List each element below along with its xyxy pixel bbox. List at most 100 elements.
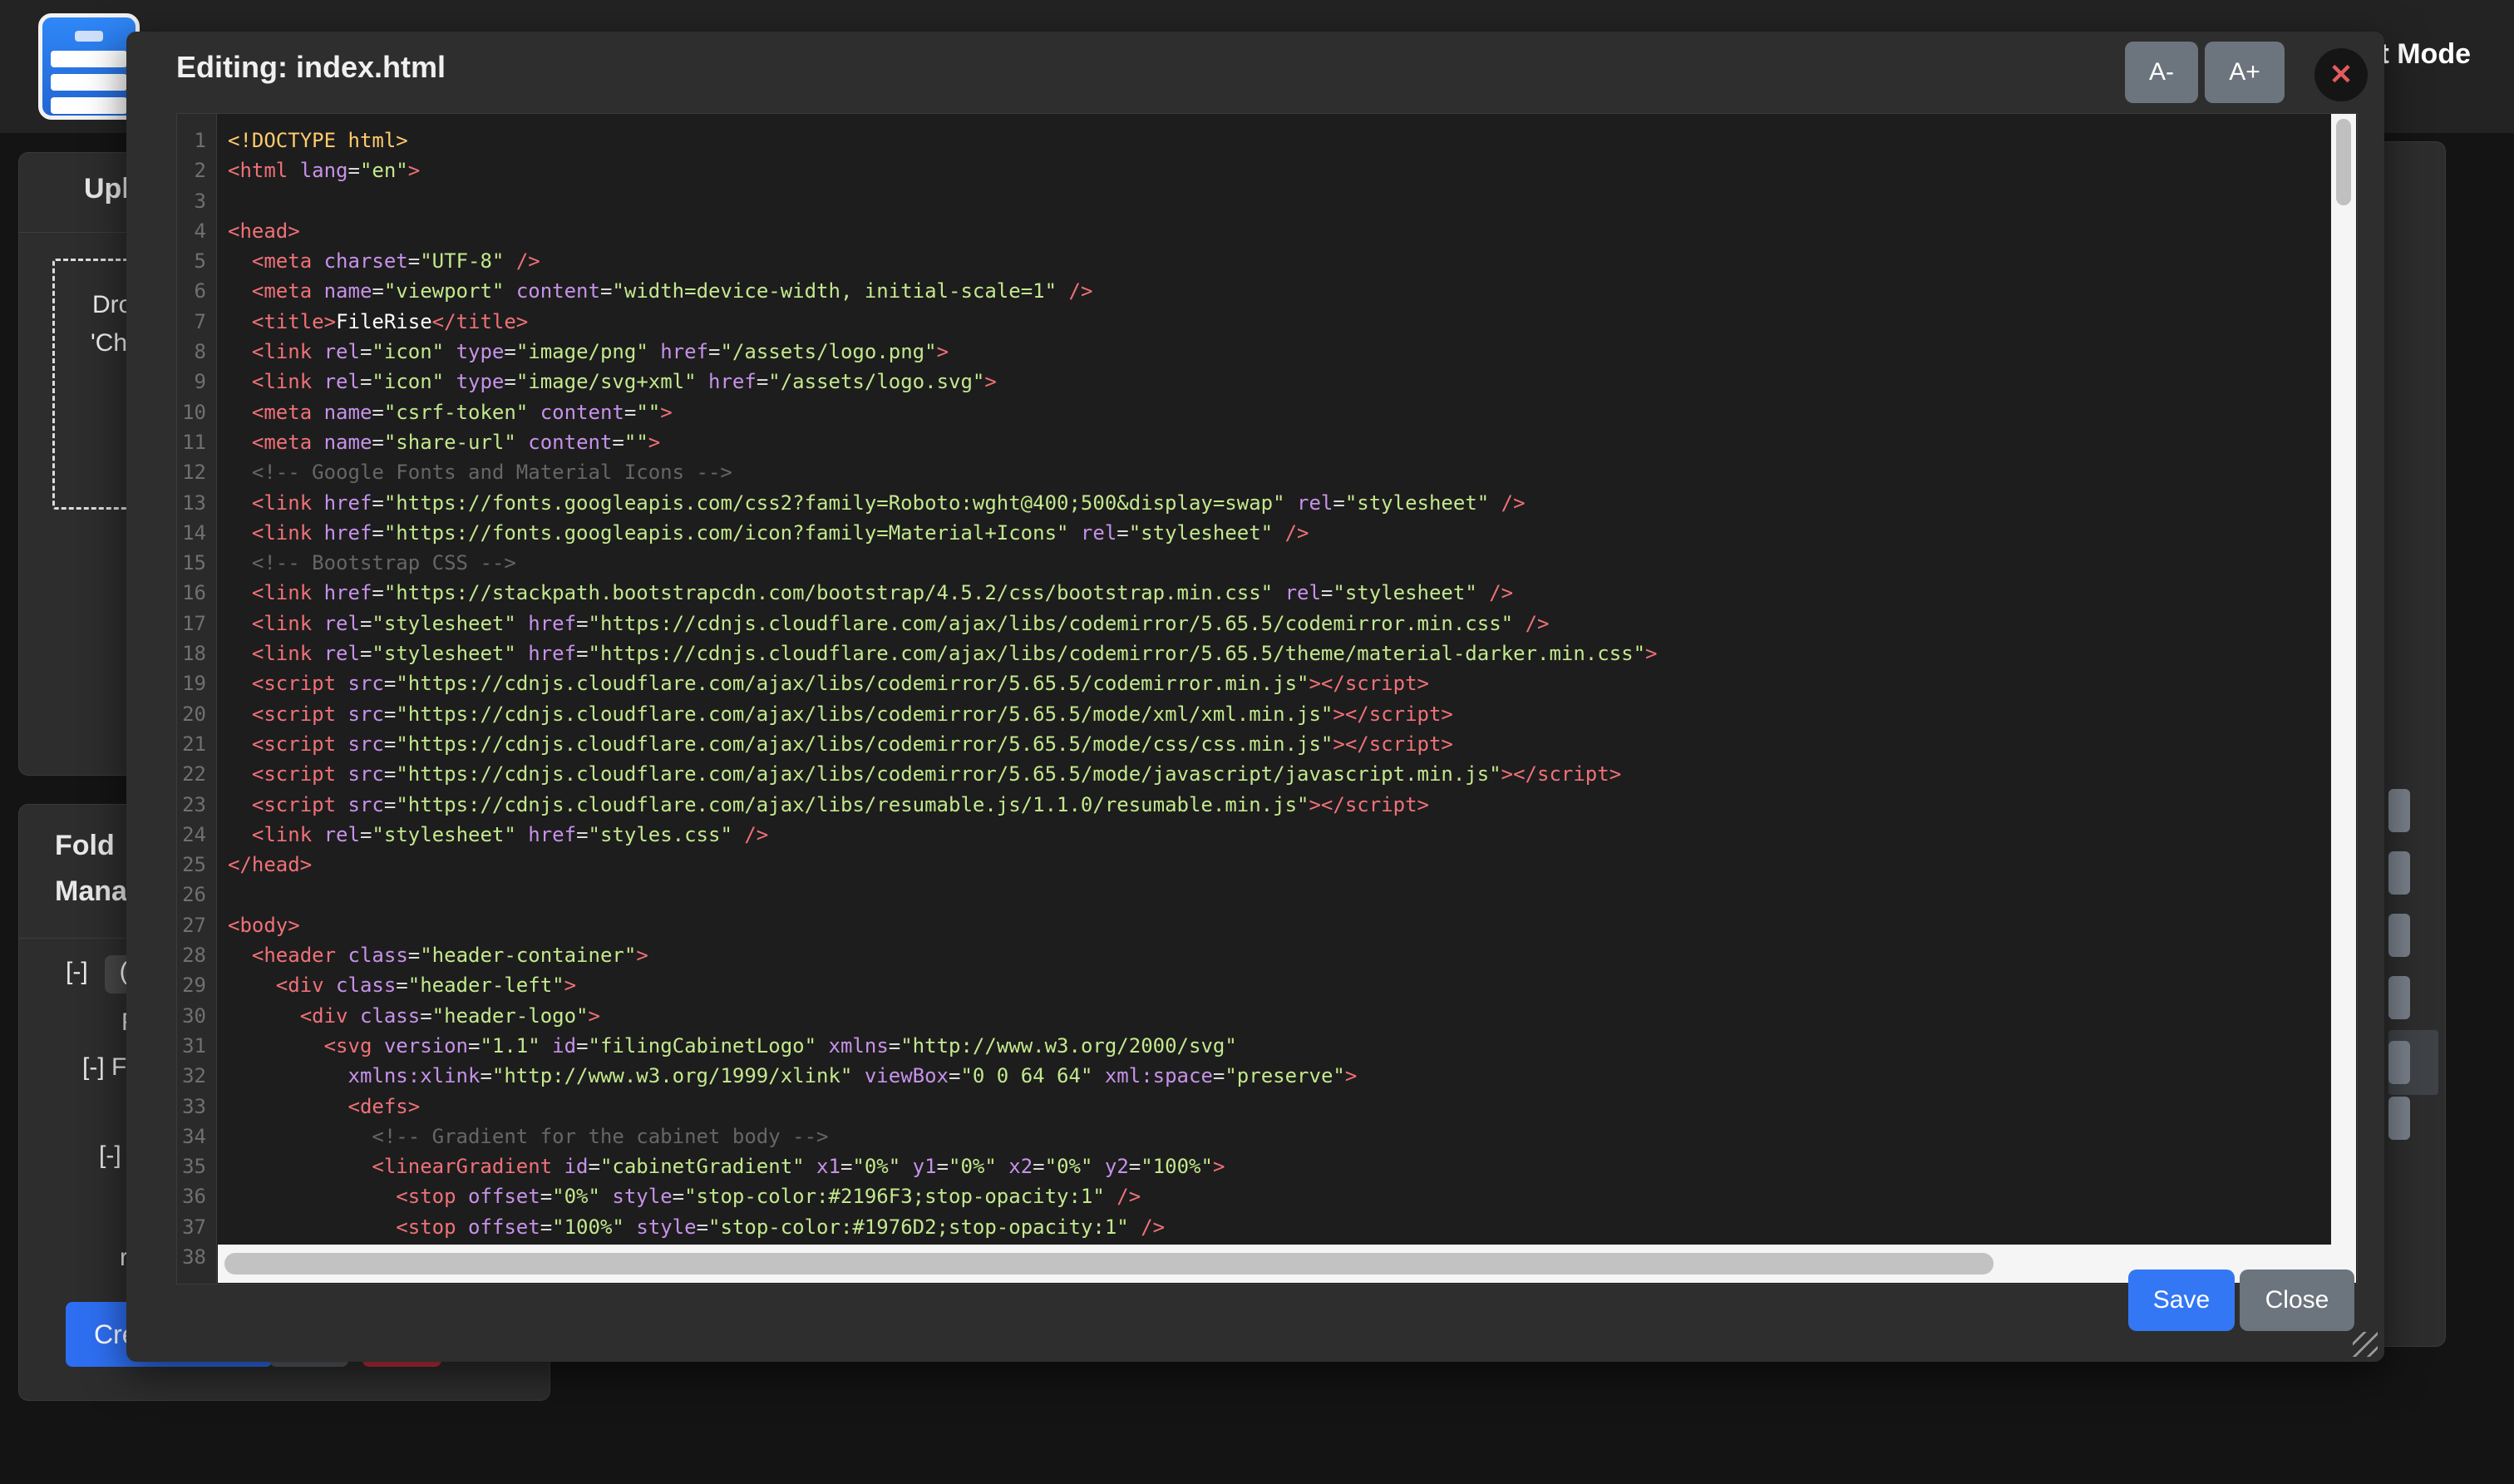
code-line[interactable]: <script src="https://cdnjs.cloudflare.co… <box>218 759 2330 789</box>
code-line[interactable]: <svg version="1.1" id="filingCabinetLogo… <box>218 1031 2330 1061</box>
code-line[interactable]: <linearGradient id="cabinetGradient" x1=… <box>218 1151 2330 1181</box>
line-number: 3 <box>177 186 216 216</box>
code-line[interactable]: <defs> <box>218 1092 2330 1122</box>
close-button[interactable]: Close <box>2240 1270 2354 1331</box>
font-size-decrease-button[interactable]: A- <box>2125 42 2198 103</box>
code-line[interactable]: <!-- Google Fonts and Material Icons --> <box>218 457 2330 487</box>
code-line[interactable]: <script src="https://cdnjs.cloudflare.co… <box>218 729 2330 759</box>
code-line[interactable]: <meta name="share-url" content=""> <box>218 427 2330 457</box>
line-number-gutter: 1234567891011121314151617181920212223242… <box>177 114 217 1284</box>
code-line[interactable]: <link href="https://fonts.googleapis.com… <box>218 488 2330 518</box>
line-number: 11 <box>177 427 216 457</box>
cabinet-drawer-icon <box>51 51 127 67</box>
theme-mode-toggle[interactable]: t Mode <box>2379 38 2471 71</box>
line-number: 38 <box>177 1242 216 1272</box>
code-line[interactable] <box>218 880 2330 910</box>
code-line[interactable]: xmlns:xlink="http://www.w3.org/1999/xlin… <box>218 1061 2330 1091</box>
dropzone-text-line2: 'Ch <box>91 329 127 357</box>
code-line[interactable]: <div class="header-logo"> <box>218 1001 2330 1031</box>
font-size-increase-button[interactable]: A+ <box>2205 42 2285 103</box>
action-button[interactable] <box>2388 976 2410 1019</box>
cabinet-drawer-icon <box>51 74 127 91</box>
vertical-scrollbar[interactable] <box>2331 114 2356 1245</box>
line-number: 25 <box>177 850 216 880</box>
code-line[interactable]: <stop offset="0%" style="stop-color:#219… <box>218 1181 2330 1211</box>
line-number: 15 <box>177 548 216 578</box>
action-button[interactable] <box>2388 851 2410 895</box>
code-lines[interactable]: <!DOCTYPE html><html lang="en"> <head> <m… <box>218 126 2330 1272</box>
code-editor[interactable]: 1234567891011121314151617181920212223242… <box>176 113 2358 1284</box>
save-button[interactable]: Save <box>2128 1270 2235 1331</box>
code-line[interactable]: <script src="https://cdnjs.cloudflare.co… <box>218 699 2330 729</box>
action-button[interactable] <box>2388 1041 2410 1084</box>
code-line[interactable]: <link rel="stylesheet" href="styles.css"… <box>218 820 2330 850</box>
code-line[interactable]: <link rel="icon" type="image/png" href="… <box>218 337 2330 367</box>
line-number: 22 <box>177 759 216 789</box>
line-number: 26 <box>177 880 216 910</box>
tree-collapse-toggle[interactable]: [-] <box>66 958 88 985</box>
code-line[interactable]: <!-- Bootstrap CSS --> <box>218 548 2330 578</box>
action-button-highlight <box>2388 1030 2438 1095</box>
line-number: 35 <box>177 1151 216 1181</box>
line-number: 6 <box>177 276 216 306</box>
editor-modal-title: Editing: index.html <box>176 50 446 85</box>
line-number: 20 <box>177 699 216 729</box>
close-icon[interactable]: ✕ <box>2314 48 2368 101</box>
code-line[interactable]: <div class="header-left"> <box>218 970 2330 1000</box>
code-line[interactable]: </head> <box>218 850 2330 880</box>
line-number: 32 <box>177 1061 216 1091</box>
code-line[interactable]: <stop offset="100%" style="stop-color:#1… <box>218 1212 2330 1242</box>
action-button[interactable] <box>2388 789 2410 832</box>
code-line[interactable]: <!DOCTYPE html> <box>218 126 2330 155</box>
code-line[interactable]: <script src="https://cdnjs.cloudflare.co… <box>218 668 2330 698</box>
line-number: 10 <box>177 397 216 427</box>
line-number: 7 <box>177 307 216 337</box>
folder-card-title-line2: Mana <box>55 875 127 908</box>
line-number: 17 <box>177 609 216 638</box>
line-number: 29 <box>177 970 216 1000</box>
line-number: 16 <box>177 578 216 608</box>
code-line[interactable]: <meta name="viewport" content="width=dev… <box>218 276 2330 306</box>
code-line[interactable]: <script src="https://cdnjs.cloudflare.co… <box>218 790 2330 820</box>
filerise-app: t Mode Uplo Dro 'Ch Fold Mana [-]( F [-]… <box>0 0 2514 1484</box>
line-number: 8 <box>177 337 216 367</box>
folder-tree-item[interactable]: [-] F <box>82 1053 126 1082</box>
code-line[interactable]: <!-- Gradient for the cabinet body --> <box>218 1122 2330 1151</box>
code-line[interactable]: <html lang="en"> <box>218 155 2330 185</box>
code-line[interactable]: <link rel="stylesheet" href="https://cdn… <box>218 609 2330 638</box>
folder-card-title-line1: Fold <box>55 830 115 862</box>
code-line[interactable]: <meta charset="UTF-8" /> <box>218 246 2330 276</box>
action-button[interactable] <box>2388 914 2410 957</box>
code-line[interactable]: <link rel="stylesheet" href="https://cdn… <box>218 638 2330 668</box>
code-line[interactable]: <body> <box>218 910 2330 940</box>
editor-modal: Editing: index.html A- A+ ✕ 123456789101… <box>126 32 2384 1362</box>
line-number: 23 <box>177 790 216 820</box>
action-button[interactable] <box>2388 1097 2410 1140</box>
code-line[interactable] <box>218 186 2330 216</box>
horizontal-scrollbar-thumb[interactable] <box>224 1253 1994 1274</box>
line-number: 33 <box>177 1092 216 1122</box>
line-number: 9 <box>177 367 216 397</box>
folder-tree-item[interactable]: [-] <box>99 1141 121 1170</box>
file-actions-card <box>2376 141 2446 1347</box>
resize-handle[interactable] <box>2353 1332 2378 1357</box>
line-number: 36 <box>177 1181 216 1211</box>
line-number: 24 <box>177 820 216 850</box>
line-number: 18 <box>177 638 216 668</box>
vertical-scrollbar-thumb[interactable] <box>2336 119 2351 205</box>
horizontal-scrollbar[interactable] <box>218 1245 2356 1283</box>
code-line[interactable]: <link rel="icon" type="image/svg+xml" hr… <box>218 367 2330 397</box>
code-line[interactable]: <link href="https://fonts.googleapis.com… <box>218 518 2330 548</box>
line-number: 37 <box>177 1212 216 1242</box>
cabinet-handle-icon <box>75 31 103 42</box>
line-number: 2 <box>177 155 216 185</box>
code-line[interactable]: <title>FileRise</title> <box>218 307 2330 337</box>
filerise-cabinet-logo-icon <box>38 13 140 120</box>
line-number: 13 <box>177 488 216 518</box>
code-line[interactable]: <link href="https://stackpath.bootstrapc… <box>218 578 2330 608</box>
code-line[interactable]: <head> <box>218 216 2330 246</box>
code-line[interactable]: <header class="header-container"> <box>218 940 2330 970</box>
line-number: 28 <box>177 940 216 970</box>
line-number: 4 <box>177 216 216 246</box>
code-line[interactable]: <meta name="csrf-token" content=""> <box>218 397 2330 427</box>
